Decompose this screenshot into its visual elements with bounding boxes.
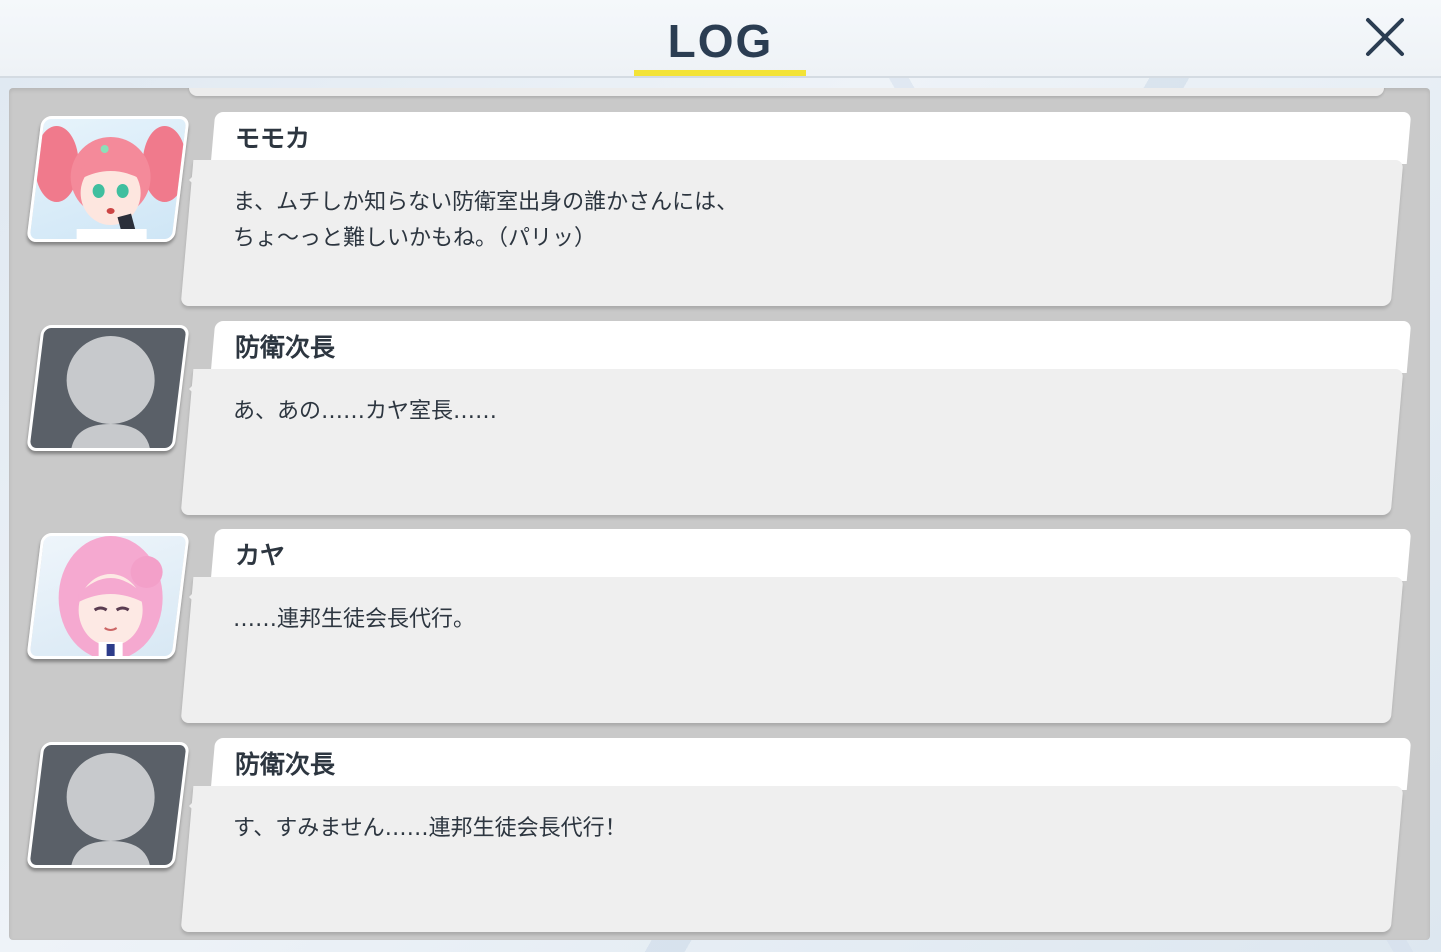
log-entry: カヤ ……連邦生徒会長代行。 [9, 505, 1430, 723]
dialogue-line: ……連邦生徒会長代行。 [233, 607, 476, 632]
dialogue-box [180, 577, 1404, 723]
dialogue-tail [189, 792, 203, 820]
silhouette-icon [66, 336, 155, 451]
kaya-portrait [26, 533, 190, 659]
close-button[interactable] [1360, 12, 1410, 62]
dialogue-line: す、すみません……連邦生徒会長代行！ [233, 816, 627, 841]
dialogue-line: ちょ～っと難しいかもね。（パリッ） [233, 226, 597, 251]
dialogue-tail [189, 583, 203, 611]
dialogue-line: ま、ムチしか知らない防衛室出身の誰かさんには、 [233, 190, 739, 215]
title-underline [634, 70, 806, 76]
momoka-portrait [26, 116, 190, 242]
momoka-portrait-art [36, 126, 185, 242]
dialogue-tail [189, 166, 203, 194]
log-entry: 防衛次長 あ、あの……カヤ室長…… [9, 297, 1430, 515]
dialogue-line: あ、あの……カヤ室長…… [233, 399, 498, 424]
silhouette-portrait [26, 742, 190, 868]
speaker-name: カヤ [235, 541, 286, 570]
dialogue-box [180, 786, 1404, 932]
page-title: LOG [667, 15, 774, 67]
name-plate [210, 112, 1412, 164]
speaker-name: 防衛次長 [235, 750, 336, 779]
speaker-name: モモカ [235, 124, 311, 153]
silhouette-portrait [26, 325, 190, 451]
dialogue-tail [189, 375, 203, 403]
close-x-icon [1366, 18, 1404, 56]
dialogue-box [180, 369, 1404, 515]
log-list[interactable]: モモカ ま、ムチしか知らない防衛室出身の誰かさんには、 ちょ～っと難しいかもね。… [9, 88, 1430, 940]
silhouette-icon [66, 753, 155, 868]
speaker-name: 防衛次長 [235, 333, 336, 362]
name-plate [210, 529, 1412, 581]
log-entry: モモカ ま、ムチしか知らない防衛室出身の誰かさんには、 ちょ～っと難しいかもね。… [9, 88, 1430, 306]
name-plate [210, 738, 1412, 790]
name-plate [210, 321, 1412, 373]
kaya-portrait-art [58, 536, 163, 659]
log-header: LOG [0, 0, 1441, 78]
log-entry: 防衛次長 す、すみません……連邦生徒会長代行！ [9, 714, 1430, 932]
